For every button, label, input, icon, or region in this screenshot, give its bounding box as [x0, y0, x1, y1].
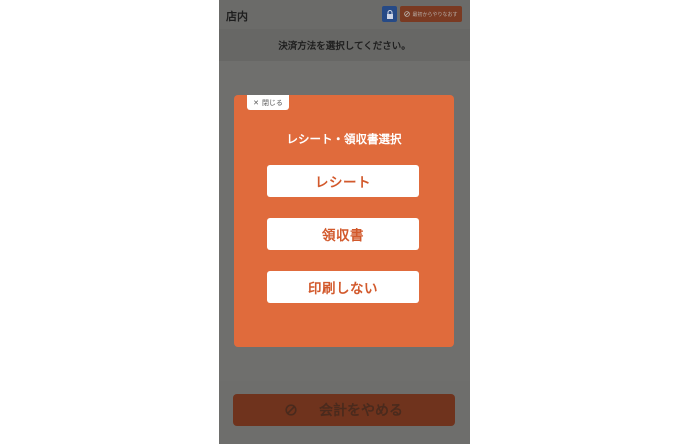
modal-title: レシート・領収書選択: [286, 132, 402, 146]
cancel-checkout-button[interactable]: 会計をやめる: [233, 394, 455, 426]
receipt-selection-modal: ✕ 閉じる レシート・領収書選択 レシート 領収書 印刷しない: [234, 95, 454, 347]
instruction-bar: 決済方法を選択してください。: [219, 29, 470, 61]
app-screen: 店内 最初からやりなおす 決済方法を選択してください。 ✕ 閉じる レシート・領…: [219, 0, 470, 444]
instruction-text: 決済方法を選択してください。: [278, 41, 411, 52]
start-over-label: 最初からやりなおす: [412, 11, 458, 18]
invoice-button[interactable]: 領収書: [267, 218, 419, 250]
cancel-checkout-label: 会計をやめる: [319, 403, 403, 419]
receipt-button[interactable]: レシート: [267, 165, 419, 197]
cancel-circle-icon: [285, 404, 297, 416]
no-print-button[interactable]: 印刷しない: [267, 271, 419, 303]
cancel-circle-icon: [404, 11, 411, 17]
lock-button[interactable]: [382, 6, 397, 22]
close-icon: ✕: [253, 98, 259, 107]
header-title: 店内: [226, 10, 248, 23]
app-header: 店内 最初からやりなおす: [219, 0, 470, 29]
start-over-button[interactable]: 最初からやりなおす: [400, 6, 462, 22]
close-label: 閉じる: [261, 98, 283, 107]
lock-icon: [386, 9, 393, 19]
close-button[interactable]: ✕ 閉じる: [247, 95, 289, 110]
